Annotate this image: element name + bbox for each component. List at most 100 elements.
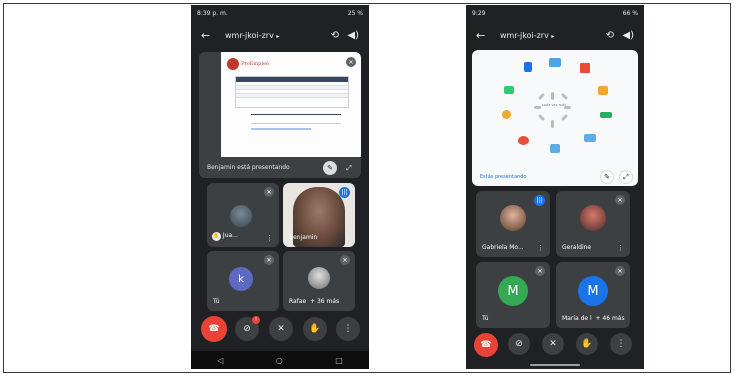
- alert-badge: !: [252, 316, 260, 324]
- diagram-icon: [518, 136, 529, 145]
- participant-name: Benjamin: [289, 234, 318, 241]
- shared-diagram: cada vez más: [472, 50, 638, 168]
- diagram-icon: [580, 63, 590, 73]
- mic-off-button[interactable]: ✕: [542, 333, 564, 355]
- meeting-code-title[interactable]: wmr-jkoi-zrv ▸: [225, 31, 279, 40]
- pin-icon[interactable]: ✎: [600, 170, 614, 184]
- diagram-ring-segment: [551, 92, 554, 100]
- diagram-ring-segment: [537, 92, 546, 101]
- participant-name: Gabriela Mo...: [482, 244, 524, 251]
- pin-icon[interactable]: ✎: [323, 161, 337, 175]
- participant-name: Geraldine: [562, 244, 592, 251]
- diagram-icon: [524, 62, 532, 72]
- switch-camera-icon[interactable]: ⟲: [606, 30, 614, 41]
- diagram-icon: [549, 58, 561, 67]
- presentation-tile[interactable]: ProEmpleo ✕ Benjamin está presentando ✎ …: [199, 52, 361, 178]
- slide-close-icon: ✕: [346, 57, 356, 67]
- slide-highlight: [251, 128, 311, 130]
- self-tile[interactable]: k ✕ Tú: [207, 251, 279, 311]
- gesture-bar: [530, 364, 580, 366]
- participant-photo: [308, 267, 330, 289]
- participant-tile[interactable]: ✕ Rafae + 36 más: [283, 251, 355, 311]
- speaking-indicator-icon: |||: [339, 187, 350, 198]
- self-name: Tú: [482, 315, 489, 322]
- participant-tile-video[interactable]: ||| Benjamin ⋮: [283, 183, 355, 247]
- more-options-icon[interactable]: ⋮: [537, 244, 544, 252]
- speaking-indicator-icon: |||: [534, 195, 545, 206]
- meeting-header: ← wmr-jkoi-zrv ▸ ⟲ ◀): [191, 26, 369, 48]
- slide-table-2: [251, 114, 341, 124]
- status-bar: 9:29 66 %: [466, 5, 644, 21]
- slide-logo: [227, 58, 239, 70]
- end-call-button[interactable]: ☎: [201, 316, 227, 342]
- phone-left: 8:39 p. m. 25 % ← wmr-jkoi-zrv ▸ ⟲ ◀) Pr…: [191, 5, 369, 369]
- presenter-caption: Estás presentando: [480, 174, 527, 180]
- call-controls: ☎ ⊘ ✕ ✋ ⋮: [466, 333, 644, 361]
- self-tile[interactable]: M ✕ Tú: [476, 262, 550, 328]
- raise-hand-button[interactable]: ✋: [303, 317, 327, 341]
- nav-recent-icon[interactable]: □: [335, 356, 343, 365]
- raise-hand-button[interactable]: ✋: [576, 333, 598, 355]
- nav-home-icon[interactable]: ○: [276, 356, 283, 365]
- chevron-right-icon: ▸: [551, 33, 555, 40]
- phone-right: 9:29 66 % ← wmr-jkoi-zrv ▸ ⟲ ◀) cada vez…: [466, 5, 644, 369]
- diagram-icon: [598, 86, 608, 95]
- slide-brand: ProEmpleo: [241, 61, 269, 67]
- camera-off-button[interactable]: ⊘: [508, 333, 530, 355]
- self-name: Tú: [213, 298, 220, 305]
- shared-slide: ProEmpleo ✕: [221, 52, 361, 157]
- participant-tile[interactable]: ||| Gabriela Mo... ⋮: [476, 191, 550, 257]
- more-options-button[interactable]: ⋮: [610, 333, 632, 355]
- chevron-right-icon: ▸: [276, 33, 280, 40]
- meeting-header: ← wmr-jkoi-zrv ▸ ⟲ ◀): [466, 26, 644, 48]
- muted-mic-icon: ✕: [264, 255, 274, 265]
- back-arrow-icon[interactable]: ←: [476, 29, 485, 42]
- diagram-center-text: cada vez más: [541, 103, 567, 107]
- meeting-code-title[interactable]: wmr-jkoi-zrv ▸: [500, 31, 554, 40]
- fullscreen-icon[interactable]: ⤢: [342, 161, 356, 175]
- nav-back-icon[interactable]: ◁: [217, 356, 223, 365]
- muted-mic-icon: ✕: [264, 187, 274, 197]
- meeting-code-label: wmr-jkoi-zrv: [500, 31, 549, 40]
- participant-tile[interactable]: M ✕ Maria de l + 46 más: [556, 262, 630, 328]
- hand-icon: ✋: [212, 232, 221, 241]
- diagram-icon: [584, 134, 596, 142]
- muted-mic-icon: ✕: [615, 195, 625, 205]
- more-participants-count: + 46 más: [595, 315, 625, 322]
- meeting-code-label: wmr-jkoi-zrv: [225, 31, 274, 40]
- self-avatar: k: [229, 267, 253, 291]
- status-bar: 8:39 p. m. 25 %: [191, 5, 369, 21]
- end-call-button[interactable]: ☎: [474, 333, 498, 357]
- switch-camera-icon[interactable]: ⟲: [331, 30, 339, 41]
- call-controls: ☎ ⊘! ✕ ✋ ⋮: [191, 316, 369, 344]
- presentation-tile[interactable]: cada vez más Estás presentando ✎ ⤢: [472, 50, 638, 186]
- back-arrow-icon[interactable]: ←: [201, 29, 210, 42]
- android-nav-bar: ◁ ○ □: [191, 351, 369, 369]
- more-options-button[interactable]: ⋮: [336, 317, 360, 341]
- participant-photo: [500, 205, 526, 231]
- diagram-icon: [502, 110, 511, 119]
- diagram-ring-segment: [551, 120, 554, 128]
- status-time: 9:29: [472, 9, 486, 17]
- mic-off-button[interactable]: ✕: [269, 317, 293, 341]
- presenter-caption: Benjamin está presentando: [207, 164, 290, 171]
- muted-mic-icon: ✕: [615, 266, 625, 276]
- muted-mic-icon: ✕: [340, 255, 350, 265]
- participant-name: Maria de l + 46 más: [562, 315, 625, 322]
- speaker-icon[interactable]: ◀): [622, 30, 634, 41]
- more-options-icon[interactable]: ⋮: [342, 234, 349, 242]
- participant-avatar: M: [578, 276, 608, 306]
- speaker-icon[interactable]: ◀): [347, 30, 359, 41]
- more-options-icon[interactable]: ⋮: [266, 234, 273, 242]
- status-time: 8:39 p. m.: [197, 9, 228, 17]
- participant-tile[interactable]: ✕ Geraldine ⋮: [556, 191, 630, 257]
- diagram-icon: [600, 112, 612, 118]
- status-battery: 25 %: [347, 9, 363, 17]
- participant-name: ✋ Jua...: [212, 232, 238, 241]
- diagram-ring-segment: [560, 113, 569, 122]
- diagram-ring-segment: [560, 92, 569, 101]
- fullscreen-icon[interactable]: ⤢: [619, 170, 633, 184]
- more-options-icon[interactable]: ⋮: [617, 244, 624, 252]
- participant-tile[interactable]: ✕ ✋ Jua... ⋮: [207, 183, 279, 247]
- camera-off-button[interactable]: ⊘!: [235, 316, 260, 341]
